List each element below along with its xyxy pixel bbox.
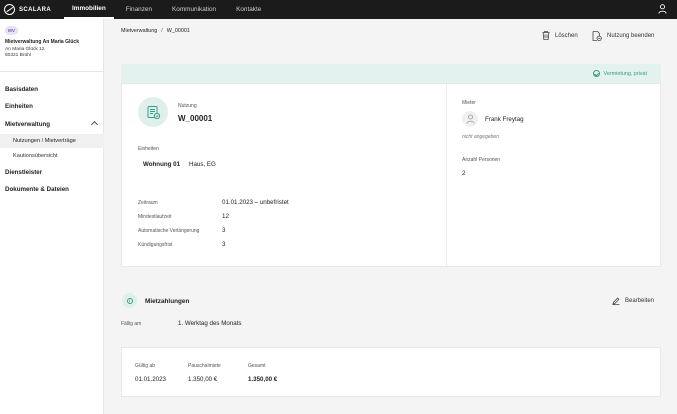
breadcrumb-current: W_00001	[166, 28, 190, 34]
contract-icon	[138, 97, 168, 127]
org-city: 50321 Brühl	[5, 53, 31, 58]
status-badge: Vermietung, privat	[592, 70, 647, 77]
row-total: 1.350,00 €	[248, 376, 278, 383]
sidebar-item-basisdaten[interactable]: Basisdaten	[5, 86, 38, 93]
row-valid-from: 01.01.2023	[135, 376, 166, 383]
tenant-name[interactable]: Frank Freytag	[485, 116, 524, 123]
sidebar-item-nutzungen[interactable]: Nutzungen / Mietverträge	[0, 134, 104, 148]
trash-icon	[542, 31, 550, 40]
detail-value-kuendigungsfrist: 3	[222, 241, 226, 248]
nav-immobilien[interactable]: Immobilien	[64, 0, 114, 19]
delete-button[interactable]: Löschen	[542, 31, 578, 40]
usage-label: Nutzung	[178, 103, 197, 109]
row-flat-rent: 1.350,00 €	[188, 376, 218, 383]
unit-location: Haus, EG	[189, 161, 216, 168]
check-circle-icon	[592, 70, 600, 77]
org-name: Mietverwaltung An Maria Glück	[5, 39, 79, 45]
chevron-up-icon[interactable]	[90, 120, 99, 129]
org-street: An Maria Glück 12	[5, 47, 45, 52]
end-usage-button[interactable]: Nutzung beenden	[592, 31, 654, 41]
org-avatar: MV	[5, 26, 18, 35]
col-flat-rent: Pauschalmiete	[188, 363, 221, 369]
tenant-label: Mieter	[462, 100, 476, 106]
status-label: Vermietung, privat	[603, 70, 647, 77]
nav-kommunikation[interactable]: Kommunikation	[164, 0, 224, 19]
detail-label-mindestlaufzeit: Mindestlaufzeit	[138, 214, 172, 220]
detail-label-verlaengerung: Automatische Verlängerung	[138, 228, 200, 234]
detail-value-mindestlaufzeit: 12	[222, 213, 229, 220]
detail-value-verlaengerung: 3	[222, 227, 226, 234]
breadcrumb-separator: /	[161, 28, 163, 34]
logo-text: SCALARA	[19, 6, 52, 13]
delete-label: Löschen	[555, 32, 578, 39]
breadcrumb: Mietverwaltung / W_00001	[121, 28, 190, 34]
payments-card: Gültig ab Pauschalmiete Gesamt 01.01.202…	[121, 347, 661, 397]
detail-label-kuendigungsfrist: Kündigungsfrist	[138, 242, 173, 248]
sidebar-item-dokumente[interactable]: Dokumente & Dateien	[5, 186, 69, 193]
info-icon: i	[122, 293, 137, 308]
sidebar-divider	[0, 71, 104, 72]
persons-label: Anzahl Personen	[462, 157, 501, 163]
col-total: Gesamt	[248, 363, 266, 369]
person-icon	[466, 114, 474, 124]
logo[interactable]: SCALARA	[0, 4, 60, 15]
edit-button[interactable]: Bearbeiten	[612, 297, 654, 305]
sidebar-item-dienstleister[interactable]: Dienstleister	[5, 169, 42, 176]
top-navigation: SCALARA Immobilien Finanzen Kommunikatio…	[0, 0, 677, 19]
tenant-avatar	[462, 111, 478, 127]
detail-label-zeitraum: Zeitraum	[138, 200, 158, 206]
breadcrumb-parent[interactable]: Mietverwaltung	[121, 28, 157, 34]
tenant-note: nicht angegeben	[462, 134, 499, 140]
sidebar: MV Mietverwaltung An Maria Glück An Mari…	[0, 19, 104, 414]
nav-kontakte[interactable]: Kontakte	[228, 0, 269, 19]
scalara-logo-icon	[4, 4, 15, 15]
detail-value-zeitraum: 01.01.2023 – unbefristet	[222, 199, 289, 206]
usage-card: Nutzung W_00001 Einheiten Wohnung 01 Hau…	[121, 83, 661, 268]
pencil-icon	[612, 297, 620, 305]
sidebar-item-kautionsuebersicht[interactable]: Kautionsübersicht	[0, 149, 104, 163]
user-profile-icon[interactable]	[658, 4, 667, 14]
sidebar-item-einheiten[interactable]: Einheiten	[5, 103, 33, 110]
due-label: Fällig am	[121, 321, 142, 327]
status-bar: Vermietung, privat	[121, 64, 661, 83]
persons-value: 2	[462, 170, 466, 177]
nav-finanzen[interactable]: Finanzen	[118, 0, 160, 19]
edit-label: Bearbeiten	[625, 298, 655, 304]
end-usage-label: Nutzung beenden	[607, 33, 655, 39]
due-value: 1. Werktag des Monats	[178, 320, 242, 327]
units-label: Einheiten	[138, 146, 159, 152]
sidebar-item-mietverwaltung[interactable]: Mietverwaltung	[5, 121, 50, 128]
usage-id: W_00001	[178, 114, 213, 123]
document-end-icon	[592, 31, 602, 41]
payments-title: Mietzahlungen	[145, 298, 190, 305]
col-valid-from: Gültig ab	[135, 363, 156, 369]
card-divider	[446, 84, 447, 268]
unit-name[interactable]: Wohnung 01	[143, 161, 180, 168]
